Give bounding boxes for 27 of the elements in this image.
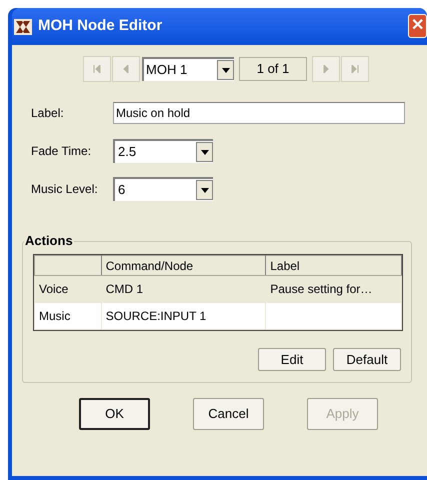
next-icon xyxy=(322,65,330,73)
field-label: Music Level: xyxy=(30,181,99,198)
column-header[interactable]: Command/Node xyxy=(101,256,266,276)
field-label: Fade Time: xyxy=(30,143,92,160)
last-icon xyxy=(351,65,359,73)
field-label: Label: xyxy=(30,105,65,122)
table-cell: CMD 1 xyxy=(106,282,144,296)
table-cell: SOURCE:INPUT 1 xyxy=(106,309,206,323)
dialog-button[interactable]: Edit xyxy=(258,348,326,371)
window-title: MOH Node Editor xyxy=(38,16,162,36)
table-cell: Voice xyxy=(39,282,68,296)
close-button[interactable]: ✕ xyxy=(408,14,427,38)
dropdown[interactable]: 6 xyxy=(113,177,213,201)
dialog-button[interactable]: OK xyxy=(79,398,150,430)
dialog-button[interactable]: Default xyxy=(333,348,401,371)
table-cell: Pause setting for… xyxy=(270,282,372,296)
dropdown[interactable]: 2.5 xyxy=(113,139,213,163)
app-icon xyxy=(14,18,32,34)
column-header[interactable] xyxy=(34,256,102,276)
first-icon xyxy=(93,65,101,73)
label-field[interactable]: Music on hold xyxy=(113,102,405,124)
node-dropdown[interactable]: MOH 1 xyxy=(142,57,234,81)
previous-icon xyxy=(122,65,130,73)
dialog-button[interactable]: Cancel xyxy=(193,398,264,430)
record-position: 1 of 1 xyxy=(239,57,307,81)
column-header[interactable]: Label xyxy=(266,256,402,276)
table-cell: Music xyxy=(39,309,70,323)
